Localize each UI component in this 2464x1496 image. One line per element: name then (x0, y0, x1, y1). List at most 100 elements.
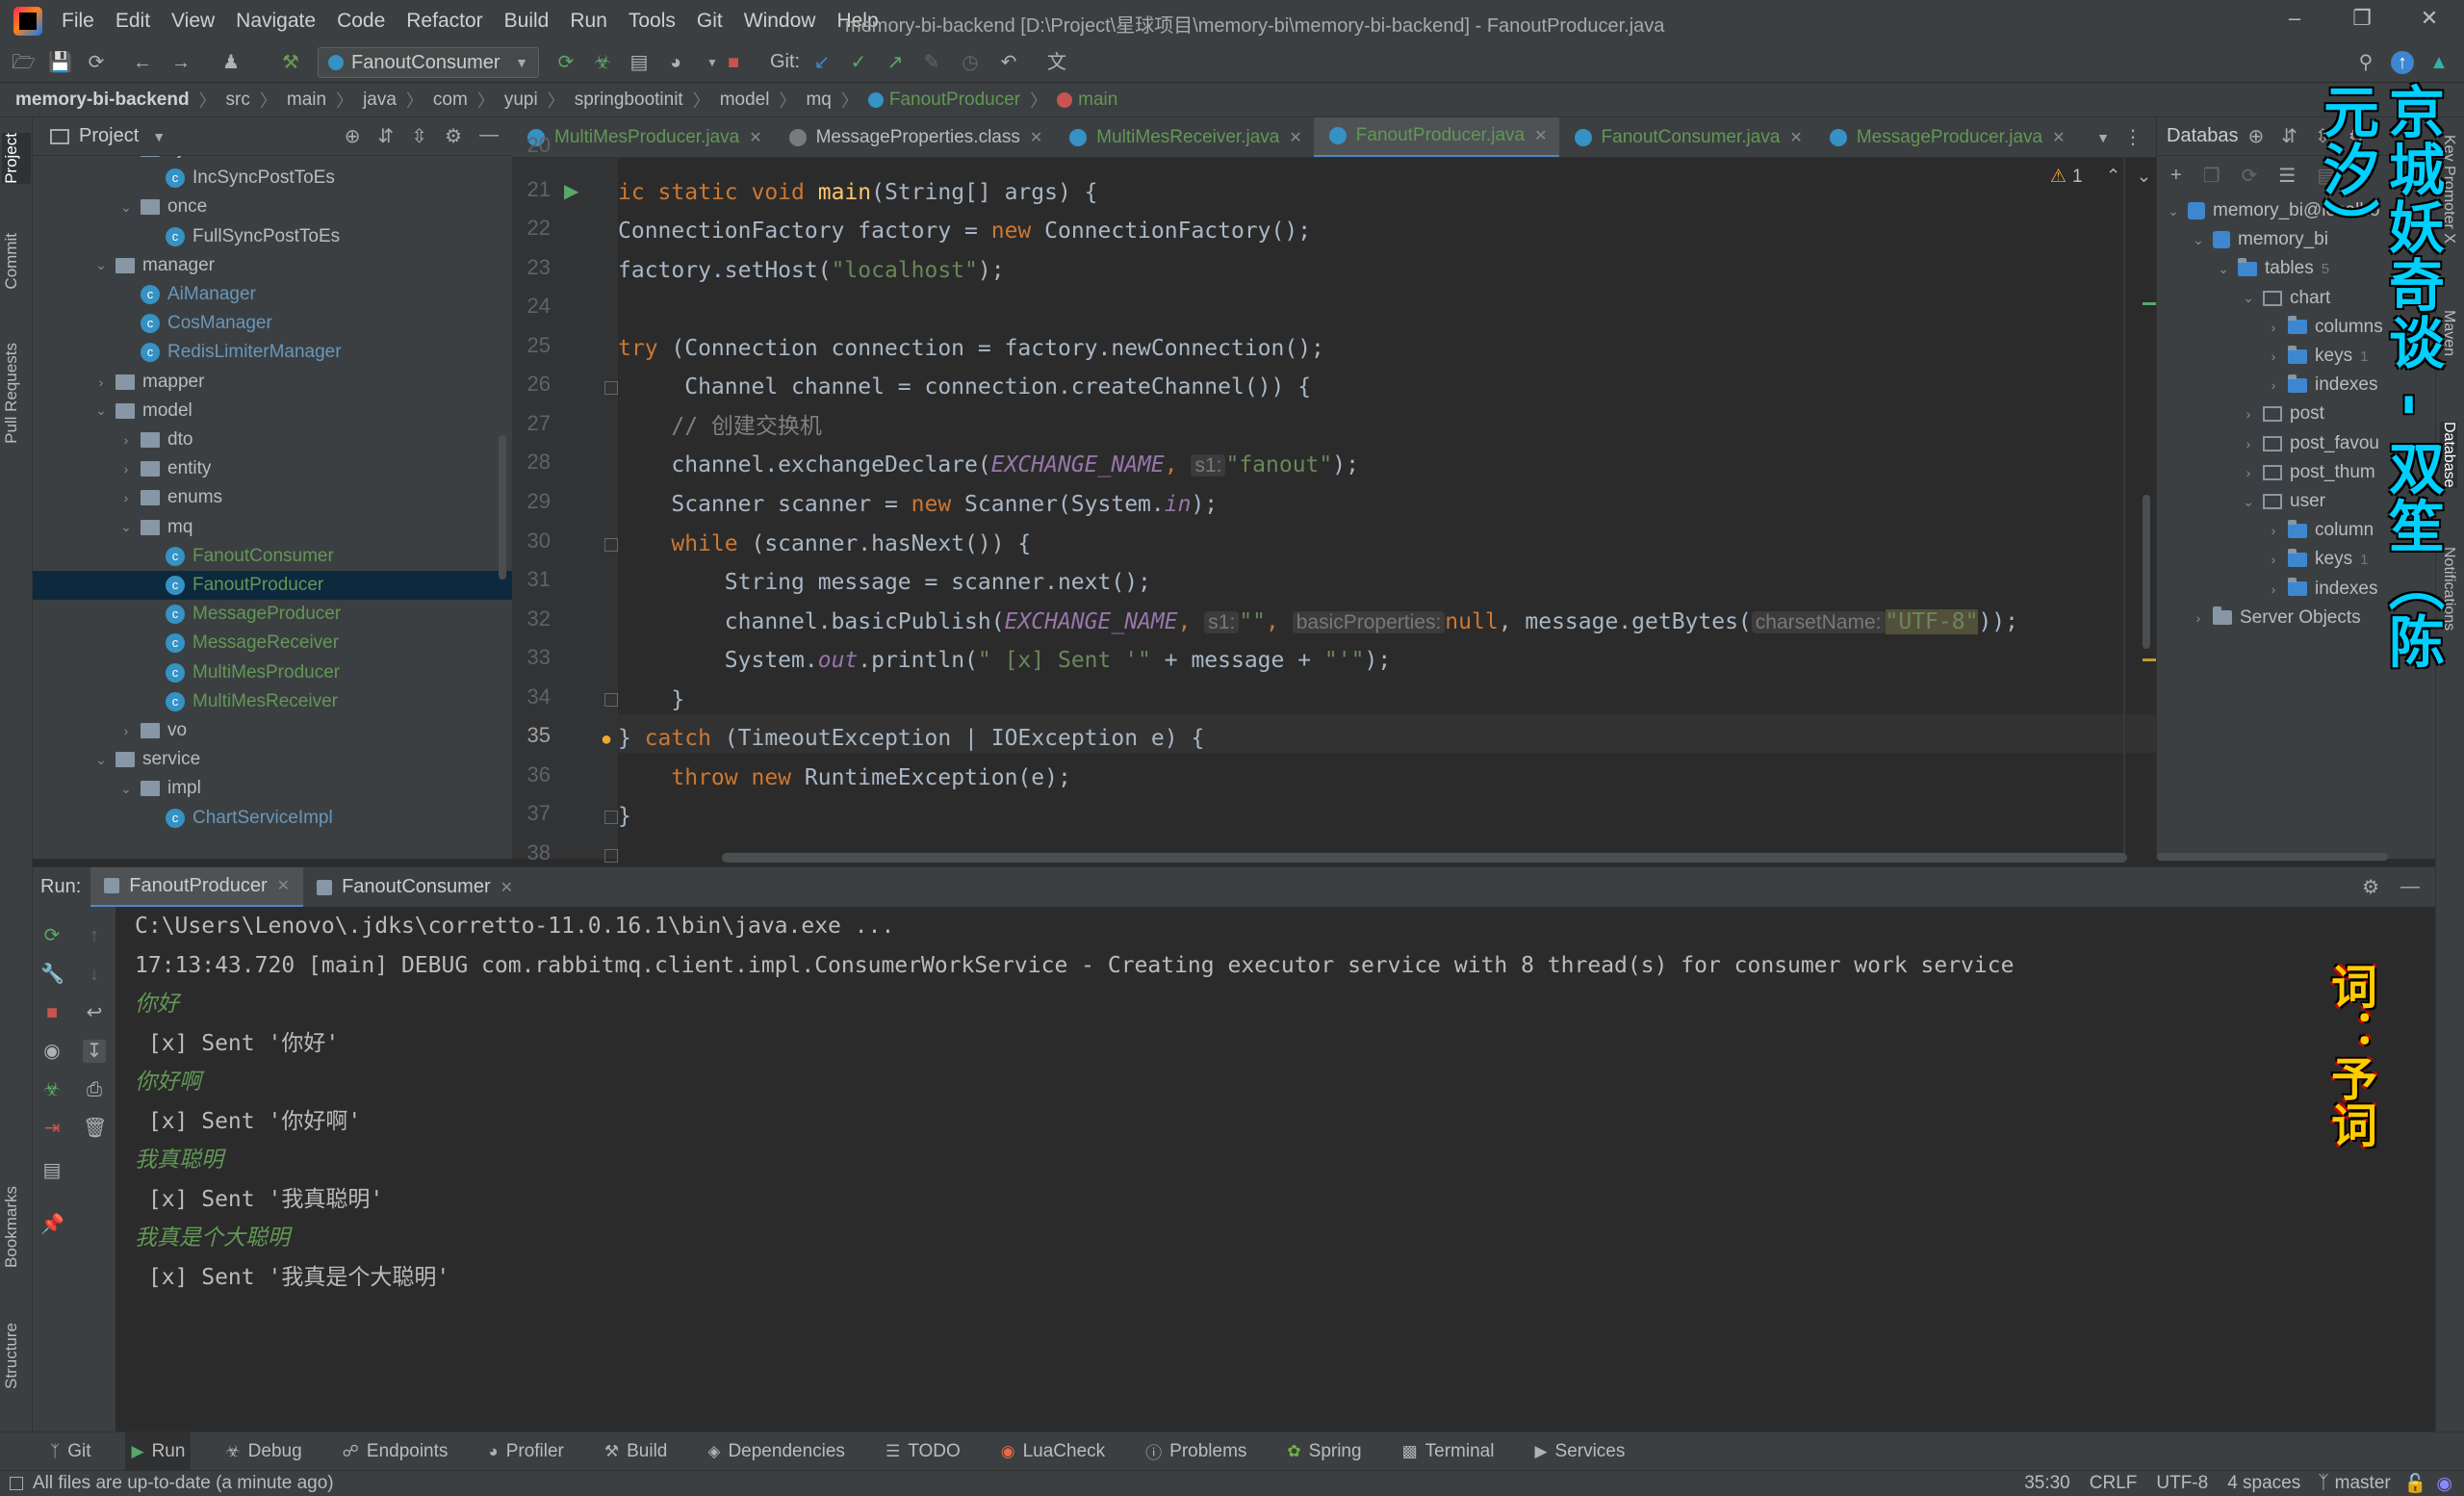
open-folder-icon[interactable]: 🗁 (12, 51, 36, 74)
close-tab-icon[interactable]: ✕ (1030, 128, 1042, 147)
chevron-right-icon[interactable]: › (2265, 552, 2282, 567)
chevron-right-icon[interactable]: › (2240, 406, 2257, 422)
close-tab-icon[interactable]: ✕ (1534, 126, 1547, 145)
chevron-down-icon[interactable]: ⌄ (2215, 261, 2232, 277)
exit-icon[interactable]: ⇥ (40, 1117, 64, 1140)
bottom-tab-endpoints[interactable]: ☍ Endpoints (337, 1432, 454, 1471)
git-update-icon[interactable]: ↙ (810, 51, 834, 74)
chevron-down-icon[interactable]: ⌄ (117, 519, 135, 535)
bottom-tab-run[interactable]: ▶ Run (125, 1432, 192, 1471)
caret-position[interactable]: 35:30 (2024, 1473, 2070, 1494)
back-icon[interactable]: ← (131, 51, 154, 74)
tree-folder[interactable]: › vo (33, 716, 512, 745)
chevron-right-icon[interactable]: › (2265, 581, 2282, 597)
tab-fanoutconsumer[interactable]: FanoutConsumer.java ✕ (1559, 117, 1814, 157)
chevron-right-icon[interactable]: › (117, 432, 135, 448)
db-tree-item[interactable]: ⌄ memory_bi (2190, 225, 2328, 254)
editor-horizontal-scrollbar[interactable] (722, 853, 2127, 863)
file-encoding[interactable]: UTF-8 (2156, 1473, 2208, 1494)
tab-pull-requests[interactable]: Pull Requests (2, 343, 21, 444)
expand-all-icon[interactable]: ⇵ (378, 124, 395, 148)
chevron-down-icon[interactable]: ⌄ (117, 781, 135, 797)
breadcrumb-main[interactable]: main (287, 90, 326, 111)
tab-bookmarks[interactable]: Bookmarks (2, 1186, 21, 1268)
tree-class[interactable]: c MultiMesProducer (33, 658, 512, 687)
breadcrumb-java[interactable]: java (363, 90, 397, 111)
fold-icon[interactable] (604, 693, 618, 707)
db-tree-item[interactable]: › keys 1 (2265, 545, 2368, 574)
tree-folder[interactable]: ⌄ mq (33, 513, 512, 542)
tree-class[interactable]: c CosManager (33, 309, 512, 338)
inspection-indicator[interactable]: ⚠ 1 ⌃ ⌄ (2050, 166, 2151, 188)
bottom-tab-git[interactable]: ᛉ Git (44, 1432, 96, 1471)
db-tree-item[interactable]: › indexes (2265, 575, 2378, 604)
chevron-right-icon[interactable]: › (117, 490, 135, 505)
db-tree-item[interactable]: › columns (2265, 313, 2383, 342)
menu-tools[interactable]: Tools (629, 10, 676, 33)
tree-folder[interactable]: ⌄ once (33, 193, 512, 221)
hide-panel-icon[interactable]: — (479, 124, 499, 148)
tree-class[interactable]: c FanoutProducer (33, 571, 512, 600)
expand-all-icon[interactable]: ⇵ (2281, 124, 2297, 148)
tab-messageproperties[interactable]: MessageProperties.class ✕ (774, 117, 1055, 157)
rerun-icon[interactable]: ⟳ (40, 924, 64, 947)
chevron-right-icon[interactable]: › (2190, 610, 2207, 626)
git-fetch-icon[interactable]: ✎ (920, 51, 943, 74)
save-icon[interactable]: 💾 (48, 51, 72, 74)
tab-multimesreceiver[interactable]: MultiMesReceiver.java ✕ (1054, 117, 1313, 157)
chevron-down-icon[interactable]: ⌄ (92, 752, 110, 768)
chevron-right-icon[interactable]: › (2265, 523, 2282, 538)
tree-folder[interactable]: › entity (33, 454, 512, 483)
tree-folder[interactable]: ⌄ impl (33, 774, 512, 803)
tree-folder[interactable]: ⌄ manager (33, 251, 512, 280)
code-editor[interactable]: ic static void main(String[] args) { Con… (618, 158, 2156, 859)
tab-project[interactable]: Project (2, 133, 31, 184)
bottom-tab-profiler[interactable]: ◕ Profiler (482, 1432, 569, 1471)
tree-folder[interactable]: ⌄ cycle (33, 156, 512, 164)
wrench-icon[interactable]: 🔧 (40, 963, 64, 986)
soft-wrap-icon[interactable]: ↩ (83, 1001, 106, 1024)
breadcrumb-yupi[interactable]: yupi (504, 90, 538, 111)
pin-icon[interactable]: 📌 (40, 1213, 64, 1236)
menu-refactor[interactable]: Refactor (406, 10, 482, 33)
camera-icon[interactable]: ◉ (40, 1040, 64, 1063)
bottom-tab-todo[interactable]: ☰ TODO (880, 1432, 966, 1471)
restore-icon[interactable]: ❐ (2343, 6, 2381, 35)
chevron-right-icon[interactable]: › (2265, 348, 2282, 364)
chevron-down-icon[interactable]: ⌄ (2137, 166, 2152, 188)
close-window-icon[interactable]: ✕ (2410, 6, 2449, 35)
chevron-right-icon[interactable]: › (2265, 320, 2282, 335)
settings-gear-icon[interactable]: ⚙ (445, 124, 462, 148)
git-history-icon[interactable]: ◷ (959, 51, 982, 74)
tree-class[interactable]: c ChartServiceImpl (33, 804, 512, 833)
chevron-right-icon[interactable]: › (2265, 377, 2282, 393)
db-tree-item[interactable]: ⌄ user (2240, 487, 2325, 516)
menu-file[interactable]: File (62, 10, 94, 33)
breadcrumb-springbootinit[interactable]: springbootinit (575, 90, 683, 111)
tree-class[interactable]: c IncSyncPostToEs (33, 164, 512, 193)
close-tab-icon[interactable]: ✕ (500, 878, 513, 897)
chevron-up-icon[interactable]: ⌃ (2106, 166, 2121, 188)
more-options-icon[interactable]: ⋮ (2123, 125, 2143, 149)
menu-code[interactable]: Code (337, 10, 385, 33)
project-scrollbar[interactable] (499, 435, 506, 580)
bottom-tab-debug[interactable]: ☣ Debug (219, 1432, 307, 1471)
bottom-tab-build[interactable]: ⚒ Build (599, 1432, 674, 1471)
menu-navigate[interactable]: Navigate (236, 10, 316, 33)
stop-icon[interactable]: ■ (40, 1001, 64, 1024)
run-config-select[interactable]: FanoutConsumer ▼ (318, 47, 539, 78)
db-tree-item[interactable]: › column (2265, 516, 2374, 545)
debug-icon[interactable]: ☣ (591, 51, 614, 74)
chevron-down-icon[interactable]: ⌄ (117, 156, 135, 158)
tree-class[interactable]: c MultiMesReceiver (33, 687, 512, 716)
chevron-right-icon[interactable]: › (2240, 465, 2257, 480)
scroll-to-end-icon[interactable]: ↧ (83, 1040, 106, 1063)
print-icon[interactable]: ⎙ (83, 1078, 106, 1101)
tab-commit[interactable]: Commit (2, 233, 21, 290)
chevron-down-icon[interactable]: ⌄ (2190, 232, 2207, 248)
chevron-down-icon[interactable]: ▼ (152, 129, 166, 144)
forward-icon[interactable]: → (169, 51, 192, 74)
stop-icon[interactable]: ■ (722, 51, 745, 74)
breadcrumb-mq[interactable]: mq (806, 90, 831, 111)
tab-multimesproducer[interactable]: MultiMesProducer.java ✕ (512, 117, 774, 157)
